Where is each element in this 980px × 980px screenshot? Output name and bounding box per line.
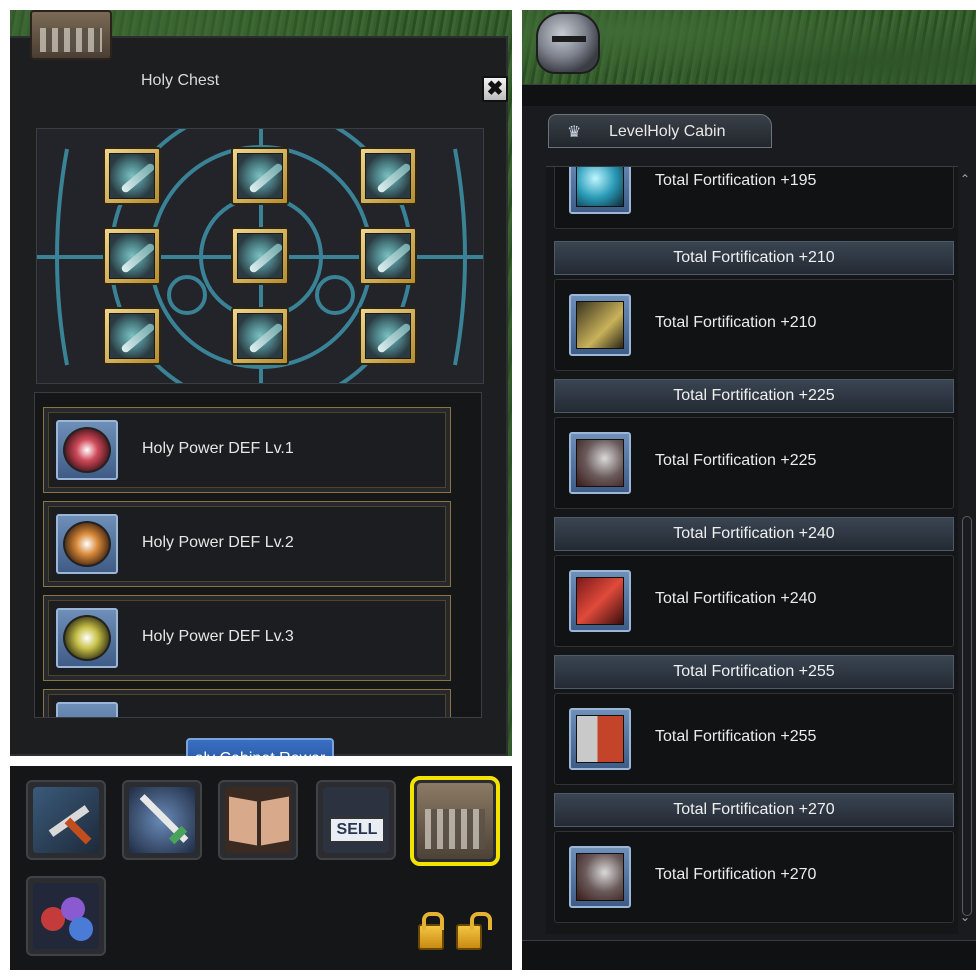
section-header: Total Fortification +240 (554, 517, 954, 551)
panel-bottom-bar (522, 940, 976, 970)
fortification-label: Total Fortification +270 (655, 866, 817, 883)
weapon-slot-claw[interactable] (103, 147, 161, 205)
weapon-slot-knuckle[interactable] (103, 307, 161, 365)
holy-chest-logo-icon (30, 10, 112, 60)
list-item[interactable]: Total Fortification +240 (554, 555, 954, 647)
section-header: Total Fortification +210 (554, 241, 954, 275)
gems-icon (33, 883, 99, 949)
treasure-chest-icon (417, 783, 493, 859)
fortification-label: Total Fortification +195 (655, 172, 817, 189)
list-scrollbar[interactable]: ⌃ ⌄ (958, 166, 974, 934)
weapon-slot-wing[interactable] (231, 227, 289, 285)
weapon-slot-spear[interactable] (103, 227, 161, 285)
gems-button[interactable] (26, 876, 106, 956)
dash-icon (569, 294, 631, 356)
section-header: Total Fortification +225 (554, 379, 954, 413)
holy-chest-button[interactable] (410, 776, 500, 866)
weapon-slot-wing-blade[interactable] (231, 307, 289, 365)
window-title: Holy Chest (141, 72, 220, 89)
holy-power-icon (56, 514, 118, 574)
list-item[interactable]: Holy Power DEF Lv.1 (43, 407, 451, 493)
weapon-slot-fan[interactable] (231, 147, 289, 205)
armor-icon (569, 432, 631, 494)
lock-open-icon[interactable] (456, 912, 492, 950)
hammer-button[interactable] (26, 780, 106, 860)
section-header: Total Fortification +255 (554, 655, 954, 689)
weapon-slot-axe[interactable] (359, 227, 417, 285)
panel-top-bar (522, 84, 976, 106)
list-item[interactable]: Holy Power DEF Lv.2 (43, 501, 451, 587)
scroll-up-icon[interactable]: ⌃ (960, 172, 970, 186)
armor-icon (569, 846, 631, 908)
list-scrollbar[interactable]: △ ▽ (481, 393, 482, 718)
scroll-track[interactable] (962, 516, 972, 916)
knight-helmet-icon (536, 12, 600, 74)
holy-power-icon (56, 608, 118, 668)
book-button[interactable] (218, 780, 298, 860)
level-holy-cabin-panel: ♛ LevelHoly Cabin Total Fortification +1… (522, 10, 976, 970)
weapon-slot-shield[interactable] (359, 307, 417, 365)
scroll-down-icon[interactable]: ⌄ (960, 910, 970, 924)
close-button[interactable]: ✖ (482, 76, 508, 102)
list-item[interactable]: Total Fortification +195 (554, 167, 954, 229)
power-label: Holy Power DEF Lv.1 (142, 440, 294, 457)
sword-icon (129, 787, 195, 853)
fortification-label: Total Fortification +255 (655, 728, 817, 745)
holy-power-list: Holy Power DEF Lv.1 Holy Power DEF Lv.2 … (34, 392, 482, 718)
fortification-label: Total Fortification +225 (655, 452, 817, 469)
list-item[interactable]: Total Fortification +210 (554, 279, 954, 371)
list-item[interactable]: Total Fortification +225 (554, 417, 954, 509)
fortification-label: Total Fortification +240 (655, 590, 817, 607)
holy-power-icon (56, 702, 118, 717)
weapon-slot-staff[interactable] (359, 147, 417, 205)
toolbar-panel: SELL (10, 766, 512, 970)
holy-chest-panel: Holy Chest ✖ Holy Power DEF Lv.1 Holy Po… (10, 10, 512, 756)
list-item[interactable] (43, 689, 451, 717)
list-item[interactable]: Total Fortification +255 (554, 693, 954, 785)
sell-button[interactable]: SELL (316, 780, 396, 860)
book-icon (225, 787, 291, 853)
list-item[interactable]: Total Fortification +270 (554, 831, 954, 923)
hammer-icon (33, 787, 99, 853)
sell-sign-icon: SELL (323, 787, 389, 853)
fortification-label: Total Fortification +210 (655, 314, 817, 331)
tab-label: LevelHoly Cabin (609, 123, 726, 140)
list-item[interactable]: Holy Power DEF Lv.3 (43, 595, 451, 681)
holy-power-icon (56, 420, 118, 480)
section-header: Total Fortification +270 (554, 793, 954, 827)
sword-button[interactable] (122, 780, 202, 860)
power-label: Holy Power DEF Lv.2 (142, 534, 294, 551)
fortification-list: Total Fortification +195 Total Fortifica… (546, 166, 958, 934)
weapon-seal-area (36, 128, 484, 384)
crown-icon: ♛ (567, 124, 582, 141)
red-slash-icon (569, 570, 631, 632)
holy-cabinet-reward-button[interactable]: oly Cabinet Rewar (186, 738, 334, 756)
sell-label: SELL (329, 817, 385, 843)
holy-chest-window: Holy Chest ✖ Holy Power DEF Lv.1 Holy Po… (10, 36, 508, 756)
power-label: Holy Power DEF Lv.3 (142, 628, 294, 645)
tab-level-holy-cabin[interactable]: ♛ LevelHoly Cabin (548, 114, 772, 148)
lock-closed-icon[interactable] (418, 912, 444, 950)
cyan-blade-icon (569, 167, 631, 214)
gauntlet-icon (569, 708, 631, 770)
